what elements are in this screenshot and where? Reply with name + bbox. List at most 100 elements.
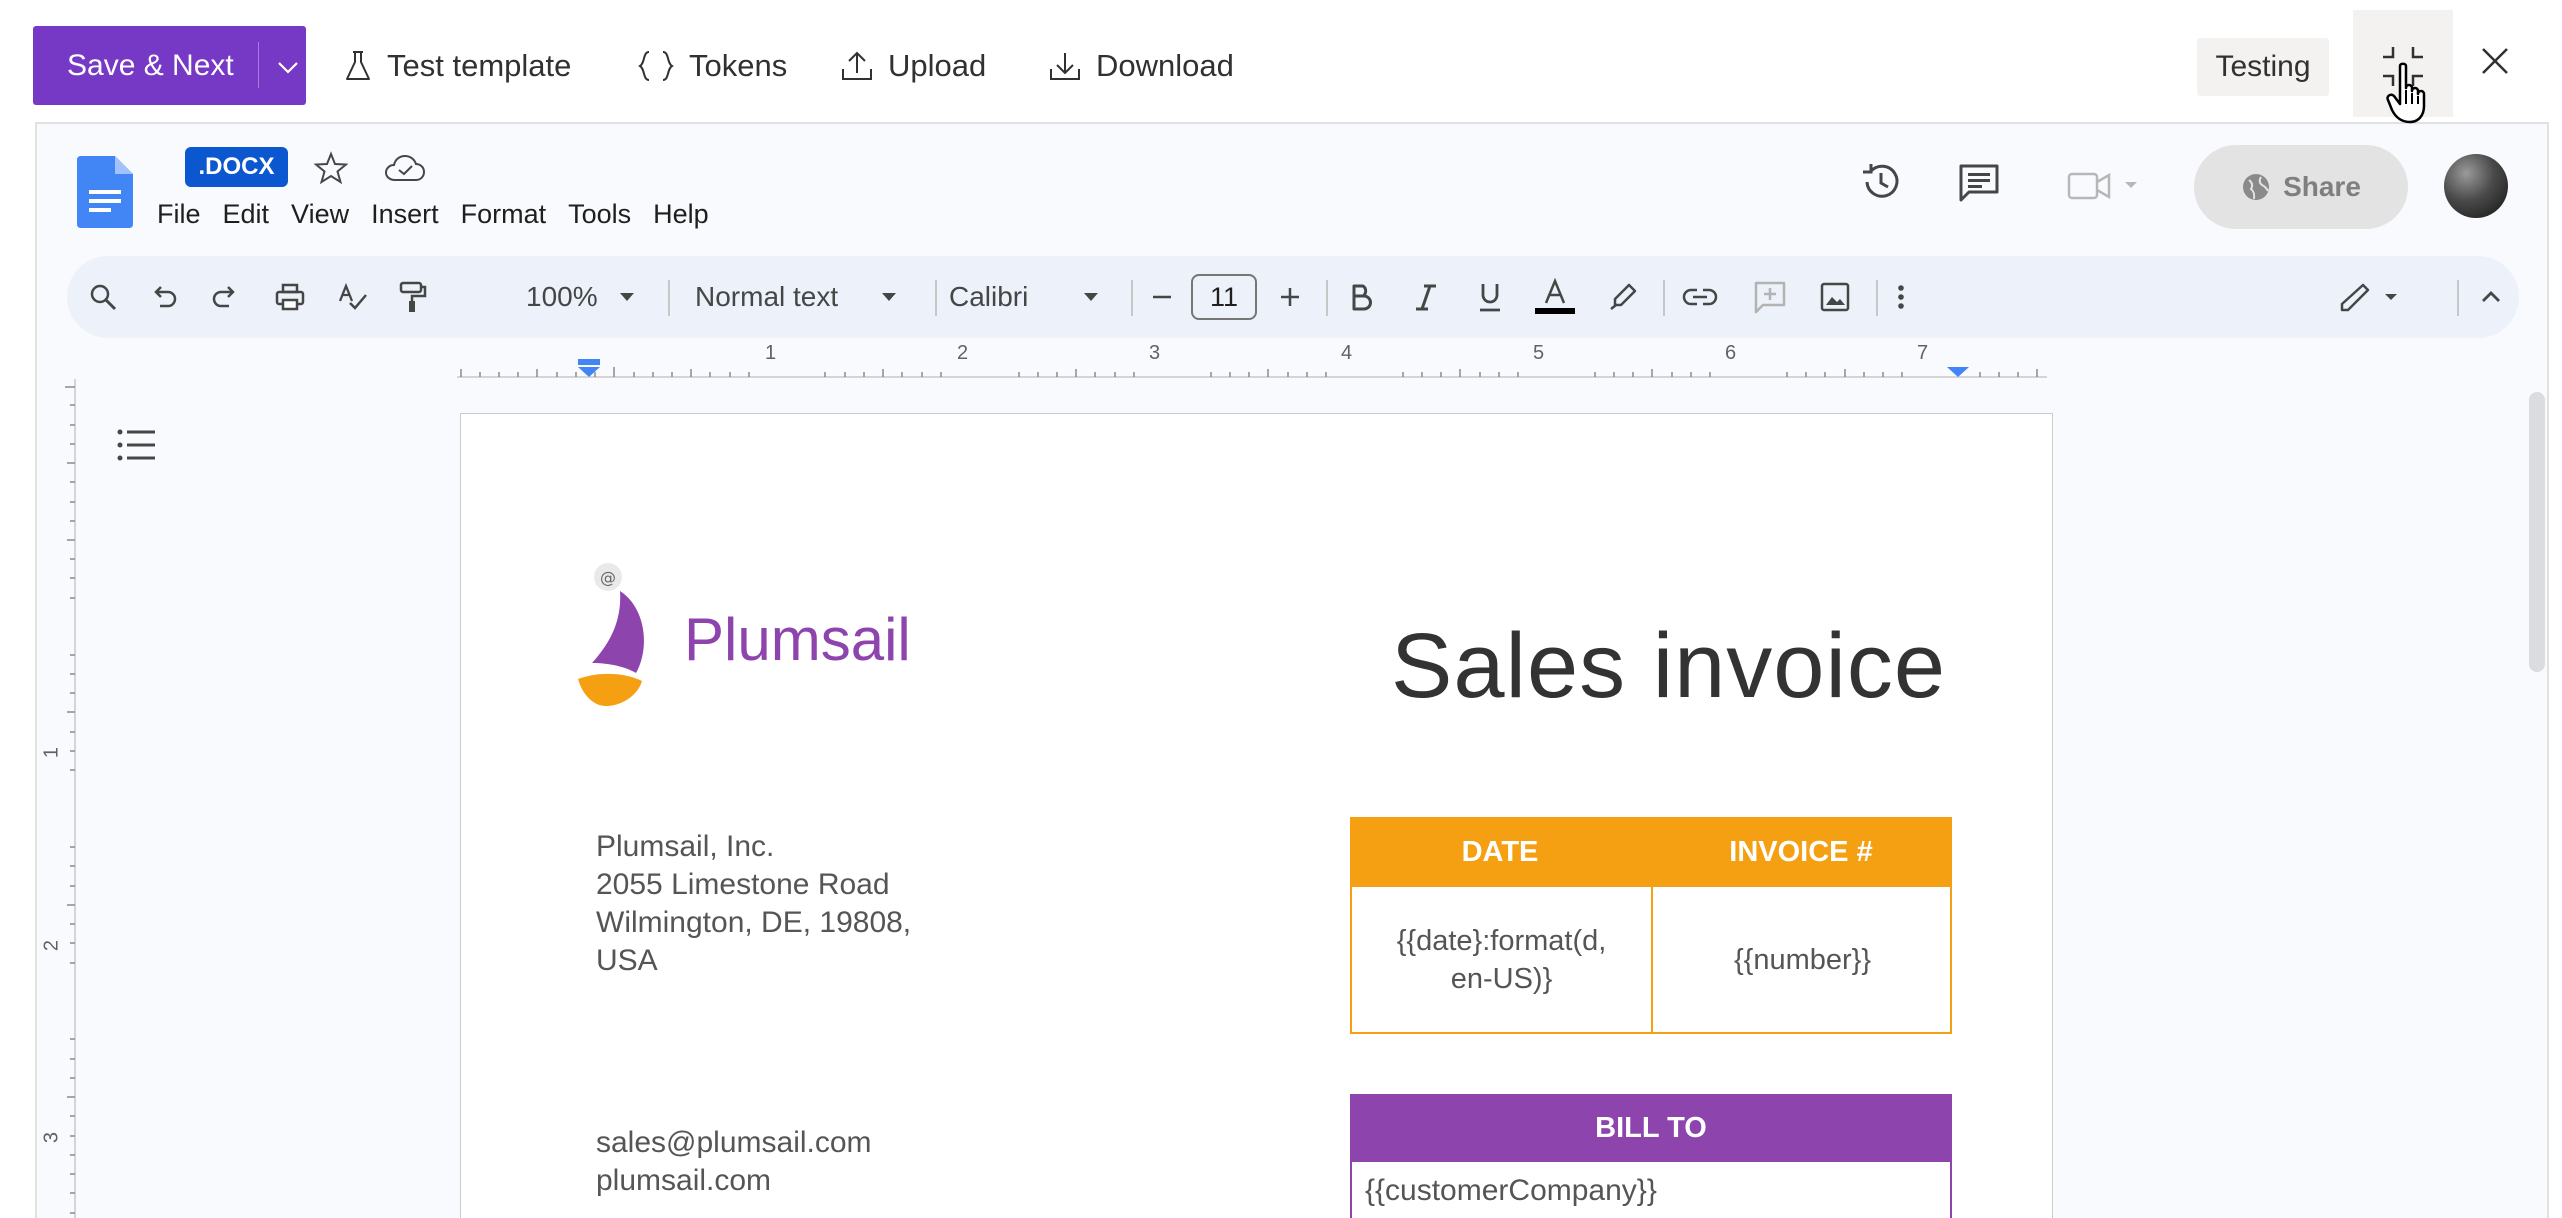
increase-font-size-icon[interactable] (1277, 256, 1303, 338)
bill-to-header: BILL TO (1350, 1094, 1952, 1162)
chevron-down-icon[interactable] (273, 52, 303, 82)
italic-icon[interactable] (1412, 256, 1440, 338)
vertical-ruler-number: 3 (40, 1131, 63, 1144)
address-line: USA (596, 944, 658, 977)
version-history-icon[interactable] (1859, 160, 1903, 204)
hand-cursor-icon (2386, 62, 2434, 124)
download-button[interactable]: Download (1048, 40, 1234, 92)
invoice-info-row: {{date}:format(d, en-US)} {{number}} (1350, 887, 1952, 1034)
cloud-status-icon[interactable] (384, 153, 426, 183)
comments-icon[interactable] (1957, 162, 2001, 204)
ruler-number: 5 (1533, 342, 1545, 364)
text-color-icon[interactable] (1533, 256, 1577, 338)
save-and-next-label: Save & Next (67, 48, 234, 82)
logo-text: Plumsail (684, 606, 911, 673)
ruler-number: 2 (957, 342, 969, 364)
share-label: Share (2283, 171, 2361, 202)
toolbar-divider (668, 280, 670, 316)
vertical-ruler[interactable] (37, 379, 77, 1218)
undo-icon[interactable] (149, 256, 179, 338)
tokens-button[interactable]: Tokens (637, 40, 787, 92)
customer-company-token: {{customerCompany}} (1365, 1174, 1657, 1207)
toolbar-divider (1131, 280, 1133, 316)
search-menus-icon[interactable] (87, 256, 119, 338)
avatar[interactable] (2444, 154, 2508, 218)
download-icon (1048, 49, 1082, 83)
insert-link-icon[interactable] (1681, 256, 1719, 338)
date-header: DATE (1461, 835, 1539, 868)
menu-tools[interactable]: Tools (568, 199, 631, 230)
editing-mode-icon[interactable] (2337, 256, 2403, 338)
app-toolbar: Save & Next Test template Tokens Upload … (0, 0, 2562, 122)
address-line: Wilmington, DE, 19808, (596, 906, 912, 939)
menu-file[interactable]: File (157, 199, 201, 230)
highlight-color-icon[interactable] (1607, 256, 1639, 338)
menu-insert[interactable]: Insert (371, 199, 439, 230)
toolbar-divider (935, 280, 937, 316)
test-template-button[interactable]: Test template (343, 40, 571, 92)
ruler-number: 6 (1725, 342, 1737, 364)
font-dropdown-icon[interactable] (1081, 256, 1101, 338)
close-button[interactable] (2478, 44, 2512, 78)
menu-edit[interactable]: Edit (223, 199, 270, 230)
print-icon[interactable] (274, 256, 306, 338)
ruler-number: 4 (1341, 342, 1353, 364)
docs-logo-icon[interactable] (77, 156, 133, 228)
font-size-value: 11 (1209, 281, 1239, 312)
svg-text:@: @ (600, 568, 616, 587)
scrollbar-thumb[interactable] (2529, 392, 2545, 672)
star-icon[interactable] (314, 151, 348, 185)
paint-format-icon[interactable] (397, 256, 429, 338)
collapse-toolbar-icon[interactable] (2477, 256, 2505, 338)
spellcheck-icon[interactable] (337, 256, 369, 338)
ruler-number: 1 (765, 342, 777, 364)
docs-menubar: File Edit View Insert Format Tools Help (157, 199, 731, 230)
document-page[interactable]: @ Plumsail Sales invoice Plumsail, Inc. … (460, 413, 2053, 1218)
address-line: 2055 Limestone Road (596, 868, 890, 901)
document-outline-icon[interactable] (117, 427, 157, 463)
menu-view[interactable]: View (291, 199, 349, 230)
save-split-divider (258, 42, 259, 88)
bold-icon[interactable] (1347, 256, 1375, 338)
add-comment-icon[interactable] (1753, 256, 1787, 338)
date-token-line: en-US)} (1450, 962, 1553, 995)
invoice-number-header: INVOICE # (1729, 835, 1873, 868)
insert-image-icon[interactable] (1819, 256, 1851, 338)
share-button[interactable]: Share (2194, 145, 2408, 229)
upload-icon (840, 49, 874, 83)
toolbar-divider (1326, 280, 1328, 316)
plumsail-logo: @ Plumsail (574, 563, 954, 708)
decrease-font-size-icon[interactable] (1149, 256, 1175, 338)
zoom-dropdown-icon[interactable] (617, 256, 637, 338)
tokens-label: Tokens (689, 48, 788, 83)
zoom-value: 100% (526, 281, 598, 312)
contact-email: sales@plumsail.com (596, 1126, 872, 1159)
zoom-select[interactable]: 100% (526, 256, 598, 338)
redo-icon[interactable] (210, 256, 240, 338)
globe-icon (2241, 172, 2271, 202)
docs-editor: .DOCX File Edit View Insert Format Tools… (35, 122, 2549, 1218)
paragraph-style-dropdown-icon[interactable] (879, 256, 899, 338)
upload-button[interactable]: Upload (840, 40, 986, 92)
menu-help[interactable]: Help (653, 199, 709, 230)
date-token-line: {{date}:format(d, (1396, 924, 1607, 957)
file-type-badge: .DOCX (185, 147, 288, 187)
invoice-number-cell: {{number}} (1733, 943, 1872, 976)
toolbar-divider (1663, 280, 1665, 316)
vertical-ruler-number: 1 (40, 746, 63, 759)
menu-format[interactable]: Format (461, 199, 547, 230)
toolbar-divider (1876, 280, 1878, 316)
status-badge: Testing (2197, 38, 2329, 96)
underline-icon[interactable] (1476, 256, 1504, 338)
save-and-next-button[interactable]: Save & Next (33, 26, 306, 105)
font-size-input[interactable]: 11 (1191, 274, 1257, 320)
more-options-icon[interactable] (1893, 256, 1909, 338)
horizontal-ruler[interactable] (37, 339, 2547, 379)
invoice-info-header: DATE INVOICE # (1350, 817, 1952, 887)
invoice-title: Sales invoice (1391, 615, 1947, 717)
paragraph-style-select[interactable]: Normal text (695, 256, 838, 338)
font-select[interactable]: Calibri (949, 256, 1028, 338)
date-cell: {{date}:format(d, en-US)} (1352, 887, 1651, 1032)
meet-icon[interactable] (2067, 168, 2141, 204)
formatting-toolbar: 100% Normal text Calibri 11 (67, 256, 2519, 338)
